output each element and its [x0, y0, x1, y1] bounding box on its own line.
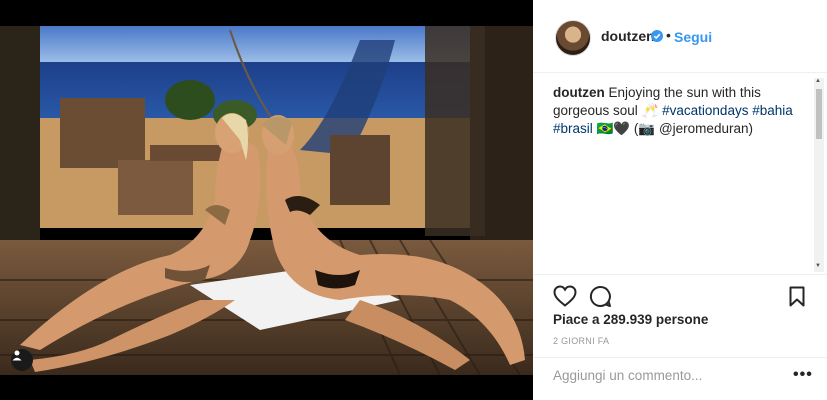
post-caption: doutzen Enjoying the sun with this gorge…	[553, 84, 811, 138]
more-options-icon[interactable]: •••	[793, 366, 813, 384]
comment-form: •••	[533, 357, 827, 396]
post-side-panel: doutzen • Segui doutzen Enjoying the sun…	[533, 0, 827, 400]
person-icon	[12, 350, 22, 361]
username-link[interactable]: doutzen	[601, 28, 655, 44]
heart-icon[interactable]	[553, 285, 577, 307]
post-header: doutzen • Segui	[533, 0, 827, 73]
hashtag-link[interactable]: #brasil	[553, 121, 593, 136]
scroll-down-arrow-icon[interactable]: ▼	[815, 263, 821, 269]
caption-tail: 🇧🇷🖤 (📷 @jeromeduran)	[596, 121, 753, 136]
user-tag-icon[interactable]	[11, 349, 33, 371]
follow-separator: •	[666, 27, 671, 43]
comment-input[interactable]	[553, 368, 773, 383]
post-timestamp[interactable]: 2 GIORNI FA	[553, 336, 609, 346]
likes-count[interactable]: Piace a 289.939 persone	[553, 312, 708, 327]
hashtag-link[interactable]: #bahia	[752, 103, 793, 118]
comment-icon[interactable]	[589, 285, 612, 308]
post-photo[interactable]	[0, 0, 533, 400]
hashtag-link[interactable]: #vacationdays	[662, 103, 748, 118]
beach-photo-illustration	[0, 0, 533, 400]
bookmark-icon[interactable]	[789, 286, 805, 307]
verified-badge-icon	[651, 30, 663, 42]
scrollbar-thumb[interactable]	[816, 89, 822, 139]
scroll-up-arrow-icon[interactable]: ▲	[815, 78, 821, 84]
avatar[interactable]	[555, 20, 591, 56]
follow-button[interactable]: Segui	[674, 29, 712, 45]
caption-username[interactable]: doutzen	[553, 85, 605, 100]
post-actions: Piace a 289.939 persone 2 GIORNI FA •••	[533, 274, 827, 395]
